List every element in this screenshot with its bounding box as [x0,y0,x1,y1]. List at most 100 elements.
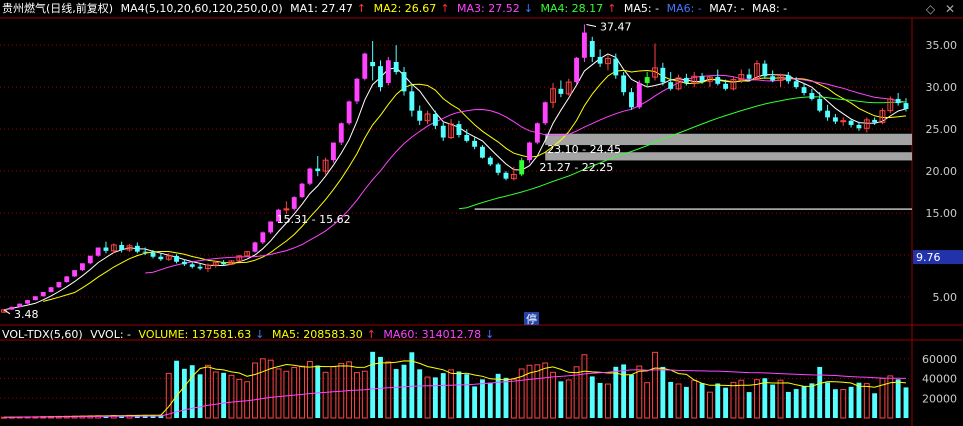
volume-bar [197,374,203,418]
candle-body [142,251,148,253]
high-price-label: 37.47 [600,20,632,33]
volume-tick-label: 40000 [922,373,957,386]
candle-body [103,247,109,251]
candle-body [440,125,446,138]
volume-bar [221,372,227,418]
candle-body [840,120,847,123]
ma8-value: MA8: - [751,2,788,15]
volume-bar [472,386,478,418]
price-tick-label: 35.00 [926,39,958,52]
ma2-value: MA2: 26.67 [373,2,437,15]
candle-body [299,183,305,198]
candle-body [87,255,93,264]
diamond-icon[interactable]: ◇ [926,2,935,16]
candle-body [487,157,493,165]
volume-bar [558,381,564,418]
candle-body [903,103,909,109]
candle-body [315,168,321,172]
candle-body [64,276,70,283]
candle-body [307,168,313,184]
candle-body [401,72,407,92]
volume-bar [189,365,195,418]
candle-body [558,88,564,94]
volume-value: VOLUME: 137581.63 [138,328,252,341]
volume-bar [668,381,674,418]
candle-body [856,124,862,129]
candle-body [629,92,634,108]
candle-body [809,93,815,99]
volume-bar [378,356,383,418]
candle-body [542,102,548,124]
volume-bar [417,369,423,418]
candle-body [621,75,627,93]
zone-label-3: 21.27 - 22.25 [539,161,613,174]
volume-bar [895,379,901,418]
zone-label-2: 23.10 - 24.45 [547,143,621,156]
candle-body [613,58,619,76]
volume-bar [856,382,862,418]
volume-bar [629,374,634,418]
volume-bar [723,387,729,418]
volume-bar [848,386,854,418]
volume-bar [809,383,815,418]
candle-body [409,91,415,111]
volume-bar [785,391,791,418]
candle-body [872,119,878,123]
price-tick-label: 20.00 [926,165,958,178]
candle-body [221,262,227,265]
candle-body [181,261,187,265]
candle-body [174,255,179,262]
candle-body [134,245,140,252]
volume-bar [793,389,799,418]
candle-body [723,83,729,89]
volume-bar [903,387,909,418]
volume-bar [495,373,501,418]
candle-body [346,101,352,124]
ma3-value: MA3: 27.52 [457,2,520,15]
volume-bar [589,376,595,418]
close-icon[interactable]: ✕ [945,2,955,16]
candle-body [636,82,642,108]
candle-body [330,142,336,161]
candle-body [338,123,344,143]
candle-body [72,270,78,277]
candle-body [260,232,266,243]
candle-body [48,287,54,292]
candle-body [283,208,290,211]
window-controls: ◇ ✕ [920,2,955,16]
suspension-marker: 停 [526,312,537,326]
current-price-label: 9.76 [916,251,941,264]
vol-ma60-arrow-icon: ↓ [485,328,495,341]
candle-body [574,57,580,83]
candle-body [17,303,23,307]
volume-bar [503,377,509,418]
price-header: 贵州燃气(日线,前复权) MA4(5,10,20,60,120,250,0,0)… [2,0,791,18]
volume-header: VOL-TDX(5,60) VVOL: - VOLUME: 137581.63 ↓… [2,326,498,344]
volume-arrow-icon: ↓ [255,328,265,341]
ma-indicator-label[interactable]: MA4(5,10,20,60,120,250,0,0) [121,2,283,15]
volume-bar [770,384,776,418]
candle-body [464,135,470,141]
candle-body [581,32,587,58]
volume-bar [464,374,470,418]
candle-body [150,252,156,257]
candle-body [291,197,297,209]
volume-bar [174,360,179,418]
candle-body [832,117,838,122]
candle-body [456,124,462,136]
candle-body [40,291,46,297]
candle-body [644,77,650,83]
candle-body [25,300,30,304]
volume-bar [660,366,666,418]
candle-body [378,66,383,88]
vol-indicator-label[interactable]: VOL-TDX(5,60) [2,328,83,341]
candle-body [527,142,532,161]
vol-ma60-value: MA60: 314012.78 [383,328,482,341]
ma1-value: MA1: 27.47 [290,2,353,15]
candle-body [472,140,478,147]
volume-bar [393,369,399,418]
candle-body [699,76,705,82]
candle-body [80,263,85,271]
volume-tick-label: 20000 [922,392,957,405]
volume-bar [409,352,415,418]
